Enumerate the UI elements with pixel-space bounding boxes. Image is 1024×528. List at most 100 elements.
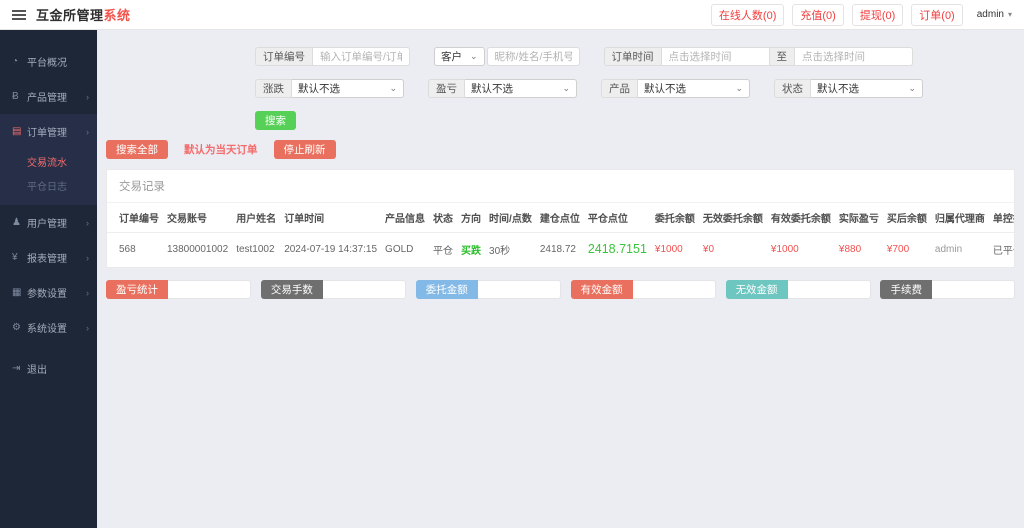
chevron-down-icon: ⌄ xyxy=(470,51,478,61)
rise-fall-select[interactable]: 默认不选 ⌄ xyxy=(292,79,404,98)
col-direction: 方向 xyxy=(457,203,486,233)
col-account: 交易账号 xyxy=(163,203,233,233)
cell-product: GOLD xyxy=(385,243,414,255)
dashboard-icon: ◔ xyxy=(12,56,19,67)
entrust-amount-input[interactable] xyxy=(477,280,561,299)
cell-balance-after: ¥700 xyxy=(886,243,910,255)
sidebar-item-system-settings[interactable]: ⚙ 系统设置 › xyxy=(0,310,97,345)
order-time-filter: 订单时间 至 xyxy=(603,47,914,66)
order-time-label: 订单时间 xyxy=(603,47,662,66)
chevron-down-icon: ⌄ xyxy=(735,83,743,93)
params-icon: ▦ xyxy=(12,287,22,298)
profit-loss-filter: 盈亏 默认不选 ⌄ xyxy=(428,79,577,98)
fee-input[interactable] xyxy=(931,280,1015,299)
summary-row: 盈亏统计 交易手数 委托金额 有效金额 无效金额 手续费 xyxy=(106,280,1015,299)
sidebar-item-logout[interactable]: ⇥ 退出 xyxy=(0,351,97,386)
default-today-hint: 默认为当天订单 xyxy=(184,144,258,156)
order-no-filter: 订单编号 xyxy=(255,47,410,66)
cell-status: 平仓 xyxy=(433,245,454,257)
cell-close-point: 2418.7151 xyxy=(587,242,647,256)
trade-lots-input[interactable] xyxy=(322,280,406,299)
cell-valid-entrust: ¥1000 xyxy=(770,243,799,255)
profit-loss-select[interactable]: 默认不选 ⌄ xyxy=(465,79,577,98)
invalid-amount-input[interactable] xyxy=(787,280,871,299)
col-agent: 归属代理商 xyxy=(930,203,989,233)
cell-entrust-balance: ¥1000 xyxy=(654,243,683,255)
orders-badge[interactable]: 订单(0) xyxy=(911,3,963,26)
trade-lots-group: 交易手数 xyxy=(260,280,406,299)
withdraw-badge[interactable]: 提现(0) xyxy=(851,3,904,26)
trade-records-table: 订单编号 交易账号 用户姓名 订单时间 产品信息 状态 方向 时间/点数 建仓点… xyxy=(107,203,1014,268)
customer-search-input[interactable] xyxy=(486,47,580,66)
status-filter: 状态 默认不选 ⌄ xyxy=(774,79,923,98)
col-invalid-entrust: 无效委托余额 xyxy=(698,203,767,233)
fee-group: 手续费 xyxy=(880,280,1015,299)
profit-stat-label: 盈亏统计 xyxy=(106,280,168,299)
search-all-button[interactable]: 搜索全部 xyxy=(106,140,168,159)
sidebar-subitem-trade-flow[interactable]: 交易流水 xyxy=(0,149,97,173)
profit-stat-group: 盈亏统计 xyxy=(106,280,251,299)
valid-amount-group: 有效金额 xyxy=(570,280,716,299)
col-control: 单控操作 xyxy=(988,203,1014,233)
cell-direction: 买跌 xyxy=(461,245,482,257)
online-users-badge[interactable]: 在线人数(0) xyxy=(710,3,785,26)
cell-username: test1002 xyxy=(236,243,275,255)
rise-fall-filter: 涨跌 默认不选 ⌄ xyxy=(255,79,404,98)
sidebar-item-report-management[interactable]: ¥ 报表管理 › xyxy=(0,240,97,275)
cell-order-no: 568 xyxy=(119,243,136,255)
valid-amount-label: 有效金额 xyxy=(570,280,633,299)
col-status: 状态 xyxy=(429,203,458,233)
col-open-point: 建仓点位 xyxy=(535,203,584,233)
product-icon: Ƀ xyxy=(12,91,19,102)
col-order-no: 订单编号 xyxy=(107,203,163,233)
cell-open-point: 2418.72 xyxy=(539,243,576,255)
customer-type-select[interactable]: 客户 ⌄ xyxy=(434,47,485,66)
search-button[interactable]: 搜索 xyxy=(255,111,296,130)
cell-order-time: 2024-07-19 14:37:15 xyxy=(284,243,378,255)
reports-icon: ¥ xyxy=(12,252,18,263)
sidebar: ◔ 平台概况 Ƀ 产品管理 › ▤ 订单管理 › 交易流水 平仓日志 ♟ 用户管… xyxy=(0,30,97,528)
time-from-input[interactable] xyxy=(661,47,770,66)
time-to-input[interactable] xyxy=(795,47,914,66)
status-select[interactable]: 默认不选 ⌄ xyxy=(811,79,923,98)
cell-duration: 30秒 xyxy=(489,245,511,257)
product-select[interactable]: 默认不选 ⌄ xyxy=(638,79,750,98)
filter-row-2: 涨跌 默认不选 ⌄ 盈亏 默认不选 ⌄ 产品 默认不选 ⌄ 状态 默认不选 ⌄ xyxy=(255,79,1015,98)
col-valid-entrust: 有效委托余额 xyxy=(766,203,835,233)
trade-records-panel: 交易记录 订单编号 交易账号 用户姓名 订单时间 产品信息 状态 方向 时间/点… xyxy=(106,169,1015,268)
menu-toggle-icon[interactable] xyxy=(12,9,26,20)
chevron-down-icon: ⌄ xyxy=(562,83,570,93)
order-no-input[interactable] xyxy=(313,47,410,66)
stop-refresh-button[interactable]: 停止刷新 xyxy=(273,140,336,159)
profit-loss-label: 盈亏 xyxy=(428,79,465,98)
valid-amount-input[interactable] xyxy=(632,280,716,299)
topbar-right: 在线人数(0) 充值(0) 提现(0) 订单(0) admin ▾ xyxy=(710,3,1012,26)
sidebar-subitem-close-log[interactable]: 平仓日志 xyxy=(0,173,97,197)
col-order-time: 订单时间 xyxy=(280,203,382,233)
sidebar-item-platform-overview[interactable]: ◔ 平台概况 xyxy=(0,44,97,79)
sidebar-group-orders: ▤ 订单管理 › 交易流水 平仓日志 xyxy=(0,114,97,205)
app-title-accent: 系统 xyxy=(103,8,131,23)
entrust-amount-group: 委托金额 xyxy=(415,280,561,299)
orders-icon: ▤ xyxy=(12,126,22,137)
product-label: 产品 xyxy=(601,79,638,98)
invalid-amount-label: 无效金额 xyxy=(725,280,788,299)
sidebar-item-order-management[interactable]: ▤ 订单管理 › xyxy=(0,114,97,149)
trade-lots-label: 交易手数 xyxy=(260,280,323,299)
admin-user-menu[interactable]: admin ▾ xyxy=(977,9,1012,20)
sidebar-item-user-management[interactable]: ♟ 用户管理 › xyxy=(0,205,97,240)
col-balance-after: 买后余额 xyxy=(882,203,931,233)
recharge-badge[interactable]: 充值(0) xyxy=(792,3,844,26)
col-product: 产品信息 xyxy=(381,203,430,233)
table-row: 568 13800001002 test1002 2024-07-19 14:3… xyxy=(107,233,1014,268)
sidebar-item-parameter-settings[interactable]: ▦ 参数设置 › xyxy=(0,275,97,310)
sidebar-item-product-management[interactable]: Ƀ 产品管理 › xyxy=(0,79,97,114)
filter-area: 订单编号 客户 ⌄ 订单时间 至 xyxy=(255,47,1015,130)
chevron-right-icon: › xyxy=(86,91,89,102)
time-to-label: 至 xyxy=(769,47,796,66)
cell-actual-profit: ¥880 xyxy=(838,243,862,255)
chevron-right-icon: › xyxy=(86,126,89,137)
profit-stat-input[interactable] xyxy=(168,280,251,299)
status-label: 状态 xyxy=(774,79,811,98)
cell-account: 13800001002 xyxy=(167,243,229,255)
